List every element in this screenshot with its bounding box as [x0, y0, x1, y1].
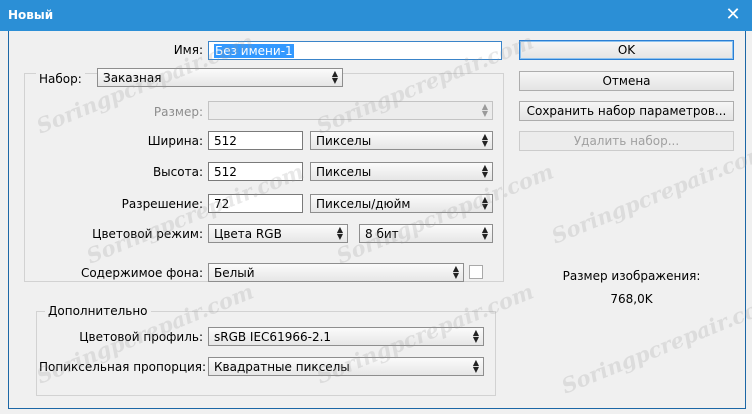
background-value: Белый	[214, 266, 255, 280]
color-mode-value: Цвета RGB	[214, 227, 282, 241]
height-input[interactable]: 512	[208, 162, 303, 181]
name-input[interactable]: Без имени-1	[208, 41, 502, 60]
color-mode-select[interactable]: Цвета RGB ▲ ▼	[208, 224, 348, 243]
pixel-aspect-value: Квадратные пикселы	[214, 360, 350, 374]
save-preset-button[interactable]: Сохранить набор параметров...	[519, 101, 734, 121]
size-select[interactable]: ▲ ▼	[208, 101, 493, 120]
resolution-unit-arrow-icon: ▲ ▼	[481, 195, 488, 211]
name-label: Имя:	[173, 43, 203, 57]
new-document-dialog: Новый ✕ Имя: Без имени-1 Набор: Заказная…	[0, 0, 752, 414]
resolution-unit-select[interactable]: Пикселы/дюйм ▲ ▼	[310, 194, 493, 213]
close-button[interactable]: ✕	[720, 4, 746, 26]
image-size-label: Размер изображения:	[562, 269, 701, 283]
bit-depth-arrow-icon: ▲ ▼	[481, 225, 488, 241]
name-value: Без имени-1	[214, 44, 294, 58]
color-mode-arrow-icon: ▲ ▼	[336, 225, 343, 241]
dialog-body: Имя: Без имени-1 Набор: Заказная ▲ ▼ Разме…	[8, 28, 752, 409]
background-color-swatch[interactable]	[469, 265, 483, 279]
color-profile-arrow-icon: ▲ ▼	[472, 328, 479, 344]
delete-preset-button[interactable]: Удалить набор...	[519, 131, 734, 151]
width-unit-arrow-icon: ▲ ▼	[481, 132, 488, 148]
bit-depth-select[interactable]: 8 бит ▲ ▼	[359, 224, 493, 243]
background-arrow-icon: ▲ ▼	[452, 264, 459, 280]
preset-value: Заказная	[103, 71, 162, 85]
window-title: Новый	[8, 8, 54, 22]
resolution-label: Разрешение:	[121, 197, 203, 211]
resolution-unit-value: Пикселы/дюйм	[316, 197, 411, 211]
bit-depth-value: 8 бит	[365, 227, 399, 241]
preset-label: Набор:	[36, 72, 85, 86]
ok-button[interactable]: OK	[519, 40, 734, 60]
pixel-aspect-arrow-icon: ▲ ▼	[472, 358, 479, 374]
color-profile-label: Цветовой профиль:	[79, 330, 203, 344]
height-unit-value: Пикселы	[316, 165, 372, 179]
color-profile-value: sRGB IEC61966-2.1	[214, 330, 332, 344]
height-label: Высота:	[152, 165, 203, 179]
size-label: Размер:	[153, 105, 203, 119]
width-unit-select[interactable]: Пикселы ▲ ▼	[310, 131, 493, 150]
height-unit-select[interactable]: Пикселы ▲ ▼	[310, 162, 493, 181]
cancel-button[interactable]: Отмена	[519, 71, 734, 91]
width-unit-value: Пикселы	[316, 134, 372, 148]
color-mode-label: Цветовой режим:	[92, 227, 203, 241]
watermark-text: Soringpcrepair.com	[547, 138, 752, 249]
resolution-input[interactable]: 72	[208, 194, 303, 213]
image-size-value: 768,0K	[610, 292, 653, 306]
color-profile-select[interactable]: sRGB IEC61966-2.1 ▲ ▼	[208, 327, 484, 346]
background-select[interactable]: Белый ▲ ▼	[208, 263, 464, 282]
height-unit-arrow-icon: ▲ ▼	[481, 163, 488, 179]
pixel-aspect-select[interactable]: Квадратные пикселы ▲ ▼	[208, 357, 484, 376]
title-bar[interactable]: Новый ✕	[0, 0, 752, 31]
size-arrow-icon: ▲ ▼	[481, 102, 488, 118]
width-label: Ширина:	[147, 134, 203, 148]
close-icon: ✕	[725, 4, 741, 25]
pixel-aspect-label: Попиксельная пропорция:	[39, 360, 207, 374]
advanced-title: Дополнительно	[45, 304, 151, 318]
preset-select[interactable]: Заказная ▲ ▼	[97, 68, 343, 87]
advanced-group: Дополнительно	[36, 304, 496, 396]
preset-arrow-icon: ▲ ▼	[331, 69, 338, 85]
background-label: Содержимое фона:	[80, 266, 203, 280]
width-input[interactable]: 512	[208, 131, 303, 150]
